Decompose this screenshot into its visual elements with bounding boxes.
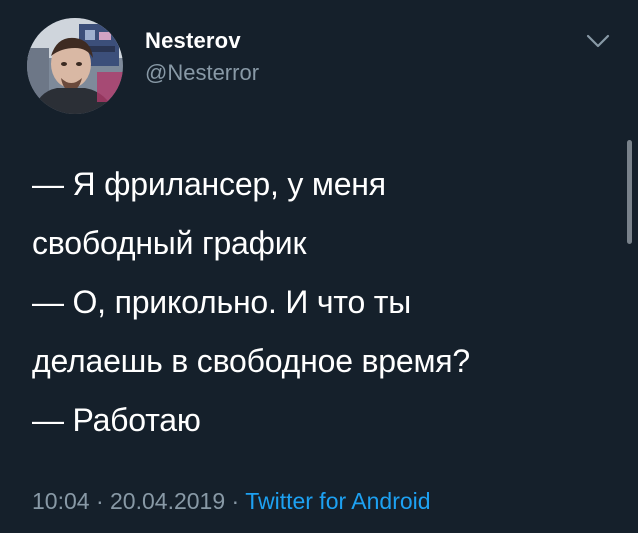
meta-separator: ·: [231, 488, 240, 514]
tweet: Nesterov @Nesterror — Я фрилансер, у мен…: [0, 0, 638, 533]
display-name[interactable]: Nesterov: [145, 27, 241, 55]
avatar[interactable]: [27, 18, 123, 114]
scrollbar[interactable]: [627, 140, 632, 244]
tweet-text-line: — О, прикольно. И что ты: [32, 284, 412, 320]
tweet-time[interactable]: 10:04: [32, 488, 90, 514]
chevron-down-icon[interactable]: [586, 33, 610, 49]
tweet-text-line: свободный график: [32, 225, 307, 261]
tweet-source-link[interactable]: Twitter for Android: [245, 488, 430, 514]
meta-separator: ·: [95, 488, 104, 514]
user-handle[interactable]: @Nesterror: [145, 59, 259, 87]
tweet-date[interactable]: 20.04.2019: [110, 488, 225, 514]
tweet-text: — Я фрилансер, у меня свободный график —…: [32, 155, 612, 450]
tweet-text-line: делаешь в свободное время?: [32, 343, 471, 379]
tweet-meta: 10:04 · 20.04.2019 · Twitter for Android: [32, 486, 431, 516]
tweet-text-line: — Я фрилансер, у меня: [32, 166, 386, 202]
tweet-text-line: — Работаю: [32, 402, 201, 438]
